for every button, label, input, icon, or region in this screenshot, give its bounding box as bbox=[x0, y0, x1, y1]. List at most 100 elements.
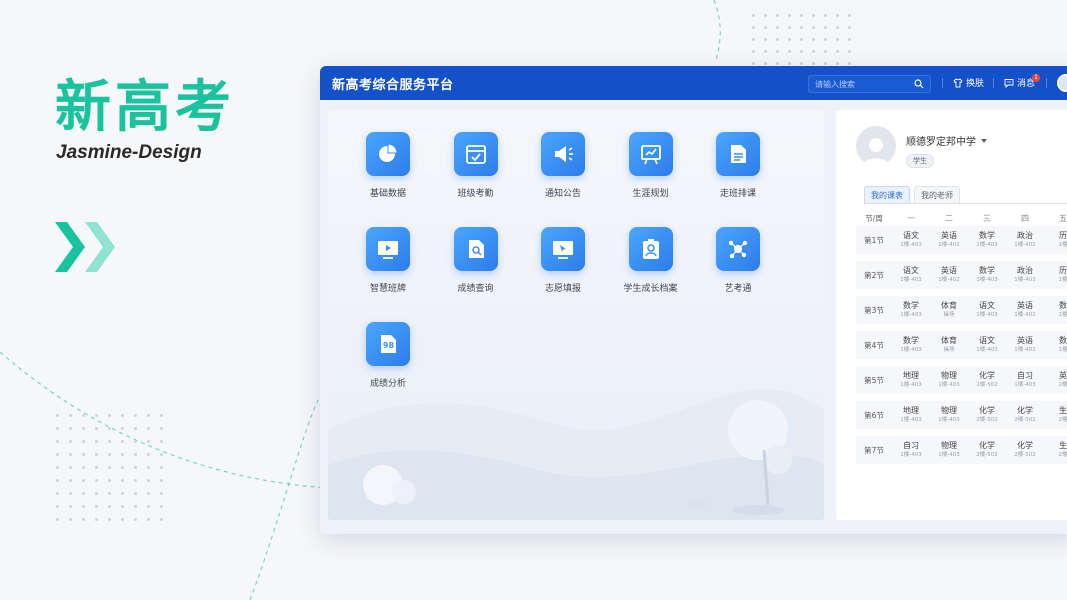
room: 2楼-502 bbox=[976, 417, 998, 423]
class-cell[interactable]: 自习 1楼-403 bbox=[1006, 371, 1044, 389]
class-cell[interactable]: 历 1楼 bbox=[1044, 231, 1067, 249]
app-label: 智慧班牌 bbox=[369, 284, 406, 294]
profile-card: 顺德罗定邦中学 学生 bbox=[856, 126, 987, 168]
table-row: 第4节 数学 1楼-403 体育 操场 语文 1楼-403 英语 1楼-402 数 1楼 bbox=[856, 331, 1067, 365]
class-cell[interactable]: 生 2楼 bbox=[1044, 441, 1067, 459]
class-cell[interactable]: 历 1楼 bbox=[1044, 266, 1067, 284]
period-label: 第6节 bbox=[864, 410, 884, 420]
dot-grid-decoration bbox=[752, 14, 862, 74]
tab-my-schedule[interactable]: 我的课表 bbox=[864, 186, 910, 204]
tab-my-teachers[interactable]: 我的老师 bbox=[914, 186, 960, 204]
message-button[interactable]: 消息 bbox=[1004, 76, 1035, 89]
class-cell[interactable]: 地理 1楼-403 bbox=[892, 406, 930, 424]
class-cell[interactable]: 英语 1楼-402 bbox=[1006, 336, 1044, 354]
header-cell: 五 bbox=[1059, 213, 1067, 223]
skin-label: 换肤 bbox=[966, 79, 985, 89]
class-cell[interactable]: 自习 1楼-403 bbox=[892, 441, 930, 459]
search-box[interactable] bbox=[808, 75, 931, 93]
class-cell[interactable]: 英语 1楼-402 bbox=[930, 231, 968, 249]
class-cell[interactable]: 数 1楼 bbox=[1044, 336, 1067, 354]
class-cell[interactable]: 数 1楼 bbox=[1044, 301, 1067, 319]
class-cell[interactable]: 政治 1楼-402 bbox=[1006, 231, 1044, 249]
app-tile-molecule[interactable]: 艺考通 bbox=[696, 227, 780, 294]
room: 1楼-403 bbox=[976, 277, 998, 283]
room: 1楼-403 bbox=[938, 452, 960, 458]
app-label: 艺考通 bbox=[724, 284, 752, 294]
class-cell[interactable]: 地理 1楼-403 bbox=[892, 371, 930, 389]
room: 2楼-502 bbox=[1014, 452, 1036, 458]
app-tile-megaphone[interactable]: 通知公告 bbox=[521, 132, 605, 199]
subject: 数学 bbox=[903, 336, 919, 345]
subject: 物理 bbox=[941, 441, 957, 450]
schedule-panel: 顺德罗定邦中学 学生 我的课表 我的老师 节/周一二三四五第1节 语文 1楼-403… bbox=[836, 110, 1067, 520]
class-cell[interactable]: 物理 1楼-403 bbox=[930, 441, 968, 459]
table-row: 第6节 地理 1楼-403 物理 1楼-403 化学 2楼-502 化学 2楼-502 生 2楼 bbox=[856, 401, 1067, 435]
monitor-play-icon bbox=[366, 227, 410, 271]
search-input[interactable] bbox=[815, 79, 911, 89]
app-tile-document-list[interactable]: 走班排课 bbox=[696, 132, 780, 199]
subject: 政治 bbox=[1017, 231, 1033, 240]
app-tile-monitor-cursor[interactable]: 志愿填报 bbox=[521, 227, 605, 294]
landscape-illustration bbox=[328, 389, 824, 520]
app-tile-profile-board[interactable]: 学生成长档案 bbox=[609, 227, 693, 294]
subject: 生 bbox=[1059, 441, 1067, 450]
class-cell[interactable]: 数学 1楼-403 bbox=[892, 336, 930, 354]
subject: 数 bbox=[1059, 301, 1067, 310]
app-label: 基础数据 bbox=[369, 189, 406, 199]
class-cell[interactable]: 物理 1楼-403 bbox=[930, 371, 968, 389]
class-cell[interactable]: 化学 2楼-502 bbox=[1006, 406, 1044, 424]
dot-grid-decoration bbox=[56, 414, 166, 524]
room: 1楼-403 bbox=[976, 347, 998, 353]
app-tile-pie-chart[interactable]: 基础数据 bbox=[346, 132, 430, 199]
main-content: 基础数据 班级考勤 通知公告 生涯规划 走班排课智慧班牌 成绩查询 志愿填报 学生成长档案 艺考… bbox=[320, 100, 1067, 534]
period-label: 第1节 bbox=[864, 235, 884, 245]
room: 1楼 bbox=[1058, 312, 1067, 318]
app-tile-presentation-chart[interactable]: 生涯规划 bbox=[609, 132, 693, 199]
class-cell[interactable]: 英 2楼 bbox=[1044, 371, 1067, 389]
class-cell[interactable]: 化学 2楼-502 bbox=[968, 406, 1006, 424]
class-cell[interactable]: 语文 1楼-403 bbox=[892, 266, 930, 284]
subject: 体育 bbox=[941, 301, 957, 310]
avatar[interactable] bbox=[856, 126, 896, 166]
class-cell[interactable]: 数学 1楼-403 bbox=[968, 231, 1006, 249]
class-cell[interactable]: 英语 1楼-402 bbox=[930, 266, 968, 284]
app-tile-score-98[interactable]: 98 成绩分析 bbox=[346, 322, 430, 389]
profile-board-icon bbox=[628, 227, 673, 271]
class-cell[interactable]: 政治 1楼-402 bbox=[1006, 266, 1044, 284]
tab-bar: 我的课表 我的老师 bbox=[864, 186, 960, 204]
class-cell[interactable]: 英语 1楼-402 bbox=[1006, 301, 1044, 319]
app-tile-document-search[interactable]: 成绩查询 bbox=[434, 227, 518, 294]
room: 1楼-402 bbox=[938, 277, 960, 283]
skin-button[interactable]: 换肤 bbox=[953, 76, 984, 89]
room: 操场 bbox=[943, 312, 955, 318]
app-tile-monitor-play[interactable]: 智慧班牌 bbox=[346, 227, 430, 294]
divider bbox=[1046, 78, 1047, 88]
class-cell[interactable]: 语文 1楼-403 bbox=[892, 231, 930, 249]
room: 1楼-403 bbox=[900, 452, 922, 458]
class-cell[interactable]: 化学 2楼-502 bbox=[968, 441, 1006, 459]
school-name: 顺德罗定邦中学 bbox=[906, 137, 976, 148]
class-cell[interactable]: 化学 2楼-502 bbox=[1006, 441, 1044, 459]
hero-title: 新高考 bbox=[55, 75, 235, 140]
class-cell[interactable]: 体育 操场 bbox=[930, 336, 968, 354]
class-cell[interactable]: 数学 1楼-403 bbox=[968, 266, 1006, 284]
divider bbox=[864, 203, 1067, 204]
header-cell: 节/周 bbox=[865, 213, 883, 223]
class-cell[interactable]: 语文 1楼-403 bbox=[968, 336, 1006, 354]
school-selector[interactable]: 顺德罗定邦中学 bbox=[906, 133, 987, 148]
class-cell[interactable]: 化学 2楼-502 bbox=[968, 371, 1006, 389]
app-tile-calendar-check[interactable]: 班级考勤 bbox=[434, 132, 518, 199]
class-cell[interactable]: 生 2楼 bbox=[1044, 406, 1067, 424]
subject: 英语 bbox=[1017, 301, 1033, 310]
class-cell[interactable]: 数学 1楼-403 bbox=[892, 301, 930, 319]
role-badge: 学生 bbox=[906, 154, 934, 168]
class-cell[interactable]: 体育 操场 bbox=[930, 301, 968, 319]
class-cell[interactable]: 语文 1楼-403 bbox=[968, 301, 1006, 319]
search-icon[interactable] bbox=[914, 79, 924, 89]
class-cell[interactable]: 物理 1楼-403 bbox=[930, 406, 968, 424]
subject: 历 bbox=[1059, 231, 1067, 240]
room: 1楼-403 bbox=[900, 242, 922, 248]
subject: 生 bbox=[1059, 406, 1067, 415]
room: 1楼-403 bbox=[938, 417, 960, 423]
room: 1楼-403 bbox=[900, 347, 922, 353]
